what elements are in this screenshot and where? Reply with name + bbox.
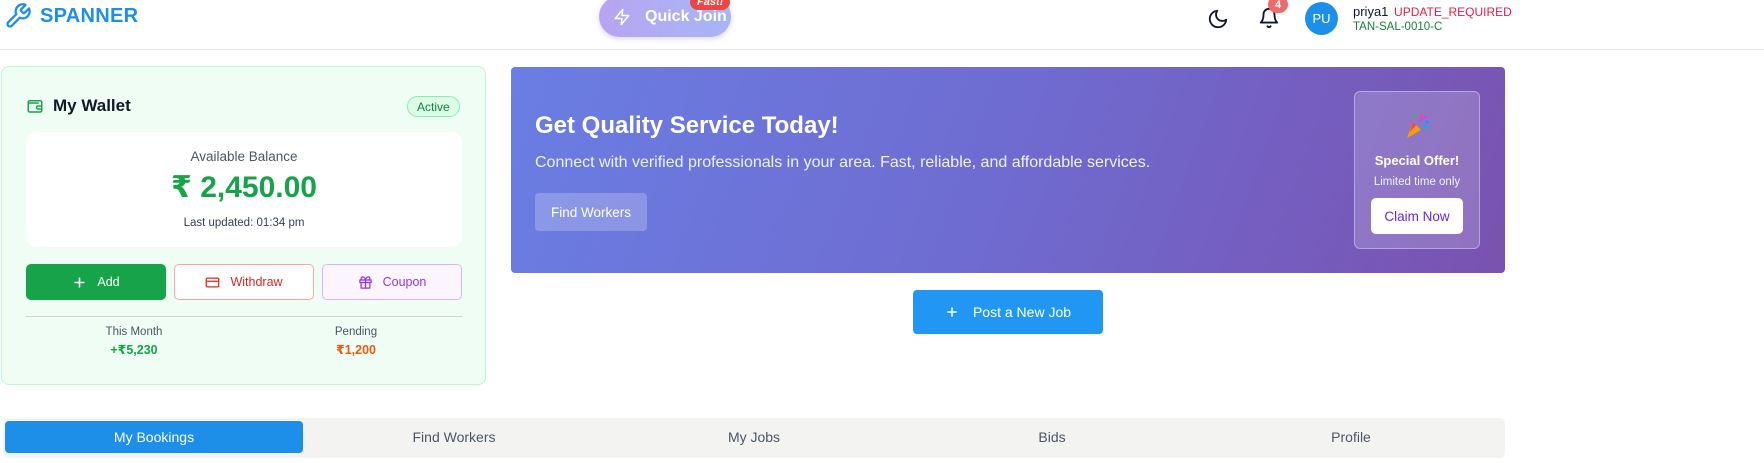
notification-count-badge: 4 bbox=[1268, 0, 1288, 13]
coupon-button[interactable]: Coupon bbox=[322, 264, 462, 300]
brand-logo[interactable]: SPANNER bbox=[4, 2, 138, 30]
user-status: UPDATE_REQUIRED bbox=[1394, 5, 1512, 19]
add-money-button[interactable]: Add bbox=[26, 264, 166, 300]
wallet-title: My Wallet bbox=[26, 96, 131, 116]
find-workers-button[interactable]: Find Workers bbox=[535, 193, 647, 231]
moon-icon[interactable] bbox=[1207, 8, 1229, 30]
balance-panel: Available Balance ₹ 2,450.00 Last update… bbox=[26, 132, 462, 247]
avatar[interactable]: PU bbox=[1305, 2, 1338, 35]
lightning-icon bbox=[614, 8, 630, 25]
wallet-card: My Wallet Active Available Balance ₹ 2,4… bbox=[1, 66, 486, 385]
pending-stat: Pending ₹1,200 bbox=[281, 326, 431, 357]
main-tabs: My Bookings Find Workers My Jobs Bids Pr… bbox=[3, 418, 1505, 458]
this-month-label: This Month bbox=[105, 326, 163, 338]
plus-icon bbox=[947, 307, 957, 317]
special-offer-card: Special Offer! Limited time only Claim N… bbox=[1354, 91, 1480, 249]
party-popper-icon bbox=[1407, 113, 1430, 138]
banner-title: Get Quality Service Today! bbox=[535, 112, 839, 139]
coupon-label: Coupon bbox=[382, 275, 427, 289]
top-header: SPANNER Quick Join Fast! 4 PU priya1 UPD… bbox=[0, 0, 1764, 50]
tab-find-workers[interactable]: Find Workers bbox=[305, 421, 603, 453]
gift-icon bbox=[358, 275, 372, 289]
pending-label: Pending bbox=[334, 326, 378, 338]
tab-profile[interactable]: Profile bbox=[1202, 421, 1500, 453]
tab-my-jobs[interactable]: My Jobs bbox=[605, 421, 903, 453]
post-new-job-button[interactable]: Post a New Job bbox=[913, 290, 1103, 334]
quick-join-label: Quick Join bbox=[645, 7, 727, 25]
promo-banner: Get Quality Service Today! Connect with … bbox=[511, 67, 1505, 273]
post-job-label: Post a New Job bbox=[972, 304, 1072, 320]
wrench-icon bbox=[6, 3, 31, 28]
withdraw-button[interactable]: Withdraw bbox=[174, 264, 314, 300]
add-label: Add bbox=[97, 275, 120, 289]
offer-title: Special Offer! bbox=[1374, 153, 1460, 168]
wallet-icon bbox=[27, 100, 43, 113]
tab-my-bookings[interactable]: My Bookings bbox=[5, 421, 303, 453]
plus-icon bbox=[74, 276, 86, 288]
this-month-stat: This Month +₹5,230 bbox=[59, 326, 209, 357]
wallet-divider bbox=[26, 316, 462, 317]
banner-subtitle: Connect with verified professionals in y… bbox=[535, 154, 1151, 171]
credit-card-icon bbox=[206, 277, 220, 287]
status-badge: Active bbox=[407, 96, 460, 117]
balance-amount: ₹ 2,450.00 bbox=[171, 171, 317, 204]
this-month-value: +₹5,230 bbox=[110, 343, 158, 357]
offer-subtitle: Limited time only bbox=[1373, 176, 1461, 188]
balance-label: Available Balance bbox=[190, 149, 298, 164]
pending-value: ₹1,200 bbox=[336, 343, 376, 357]
user-name: priya1 bbox=[1353, 4, 1389, 19]
brand-name: SPANNER bbox=[40, 4, 139, 27]
fast-badge: Fast! bbox=[690, 0, 731, 10]
user-name-line[interactable]: priya1 UPDATE_REQUIRED bbox=[1353, 4, 1512, 19]
withdraw-label: Withdraw bbox=[230, 275, 283, 289]
wallet-title-text: My Wallet bbox=[53, 96, 131, 115]
last-updated: Last updated: 01:34 pm bbox=[183, 217, 305, 229]
tab-bids[interactable]: Bids bbox=[903, 421, 1201, 453]
user-id: TAN-SAL-0010-C bbox=[1353, 21, 1443, 33]
claim-now-button[interactable]: Claim Now bbox=[1371, 198, 1463, 234]
